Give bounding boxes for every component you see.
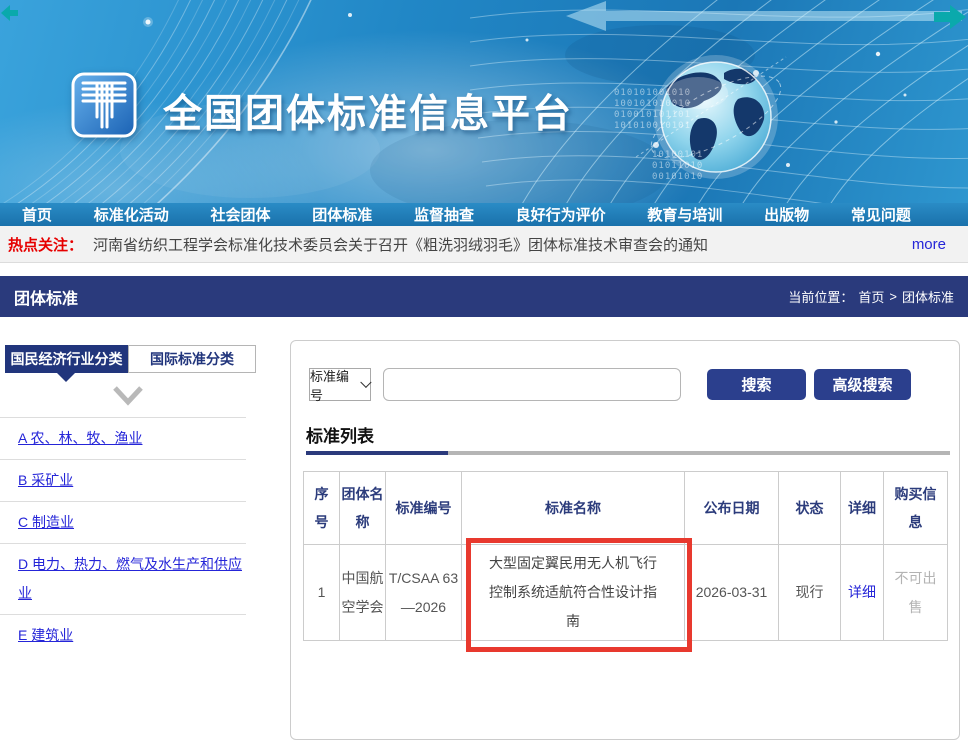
tab-national-economy-classification[interactable]: 国民经济行业分类 — [5, 345, 128, 373]
col-header-name: 标准名称 — [462, 472, 685, 545]
binary-decoration: 10100101 01011010 00101010 — [652, 150, 703, 183]
breadcrumb: 当前位置： 首页 > 团体标准 — [788, 287, 954, 306]
nav-item-group-standards[interactable]: 团体标准 — [312, 204, 372, 225]
category-link-mining[interactable]: B 采矿业 — [0, 459, 246, 501]
hot-topic-label: 热点关注： — [8, 234, 83, 255]
search-button[interactable]: 搜索 — [707, 369, 806, 400]
site-logo — [70, 71, 138, 139]
section-bar: 团体标准 当前位置： 首页 > 团体标准 — [0, 276, 968, 317]
cell-detail: 详细 — [841, 545, 884, 641]
col-header-purchase: 购买信息 — [884, 472, 948, 545]
cell-seq: 1 — [304, 545, 340, 641]
search-field-select[interactable]: 标准编号 — [309, 368, 371, 401]
col-header-detail: 详细 — [841, 472, 884, 545]
hot-topic-bar: 热点关注： 河南省纺织工程学会标准化技术委员会关于召开《粗洗羽绒羽毛》团体标准技… — [0, 226, 968, 263]
col-header-code: 标准编号 — [386, 472, 462, 545]
nav-item-standardization-activities[interactable]: 标准化活动 — [94, 204, 169, 225]
col-header-org: 团体名称 — [340, 472, 386, 545]
search-input[interactable] — [383, 368, 681, 401]
col-header-seq: 序号 — [304, 472, 340, 545]
category-list: A 农、林、牧、渔业 B 采矿业 C 制造业 D 电力、热力、燃气及水生产和供应… — [0, 417, 246, 656]
cell-org: 中国航空学会 — [340, 545, 386, 641]
teal-arrow-right-icon — [934, 5, 966, 29]
breadcrumb-label: 当前位置： — [788, 287, 853, 306]
detail-link[interactable]: 详细 — [848, 584, 876, 600]
nav-item-supervision[interactable]: 监督抽查 — [414, 204, 474, 225]
nav-item-home[interactable]: 首页 — [22, 204, 52, 225]
col-header-status: 状态 — [779, 472, 841, 545]
category-link-agriculture[interactable]: A 农、林、牧、渔业 — [0, 417, 246, 459]
nav-item-education[interactable]: 教育与培训 — [647, 204, 722, 225]
advanced-search-button[interactable]: 高级搜索 — [814, 369, 911, 400]
site-header: 全国团体标准信息平台 010101001010 100101010010 010… — [0, 0, 968, 203]
nav-item-good-behavior[interactable]: 良好行为评价 — [516, 204, 606, 225]
tab-international-classification[interactable]: 国际标准分类 — [128, 345, 256, 373]
logo-icon — [70, 71, 138, 139]
table-header-row: 序号 团体名称 标准编号 标准名称 公布日期 状态 详细 购买信息 — [304, 472, 948, 545]
teal-arrow-left-icon — [1, 5, 18, 21]
site-title: 全国团体标准信息平台 — [163, 83, 573, 139]
hot-topic-notice-link[interactable]: 河南省纺织工程学会标准化技术委员会关于召开《粗洗羽绒羽毛》团体标准技术审查会的通… — [93, 234, 708, 255]
main-nav: 首页 标准化活动 社会团体 团体标准 监督抽查 良好行为评价 教育与培训 出版物… — [0, 203, 968, 226]
chevron-down-icon — [112, 385, 144, 407]
more-link[interactable]: more — [912, 236, 946, 253]
cell-status: 现行 — [779, 545, 841, 641]
breadcrumb-current[interactable]: 团体标准 — [902, 287, 954, 306]
nav-item-social-groups[interactable]: 社会团体 — [210, 204, 270, 225]
nav-item-publications[interactable]: 出版物 — [764, 204, 809, 225]
category-link-power[interactable]: D 电力、热力、燃气及水生产和供应业 — [0, 543, 246, 614]
category-link-manufacturing[interactable]: C 制造业 — [0, 501, 246, 543]
select-chevron-icon — [361, 376, 372, 387]
breadcrumb-home-link[interactable]: 首页 — [858, 287, 884, 306]
cell-code: T/CSAA 63—2026 — [386, 545, 462, 641]
cell-date: 2026-03-31 — [685, 545, 779, 641]
nav-item-faq[interactable]: 常见问题 — [851, 204, 911, 225]
highlight-box — [466, 538, 692, 652]
active-tab-pointer-icon — [57, 373, 75, 382]
title-underline — [306, 451, 950, 455]
page-title: 团体标准 — [14, 285, 78, 309]
col-header-date: 公布日期 — [685, 472, 779, 545]
breadcrumb-separator: > — [889, 289, 897, 304]
list-title: 标准列表 — [306, 422, 374, 447]
search-field-select-value: 标准编号 — [310, 366, 358, 404]
cell-purchase: 不可出售 — [884, 545, 948, 641]
binary-decoration: 010101001010 100101010010 010010101101 1… — [614, 88, 691, 132]
